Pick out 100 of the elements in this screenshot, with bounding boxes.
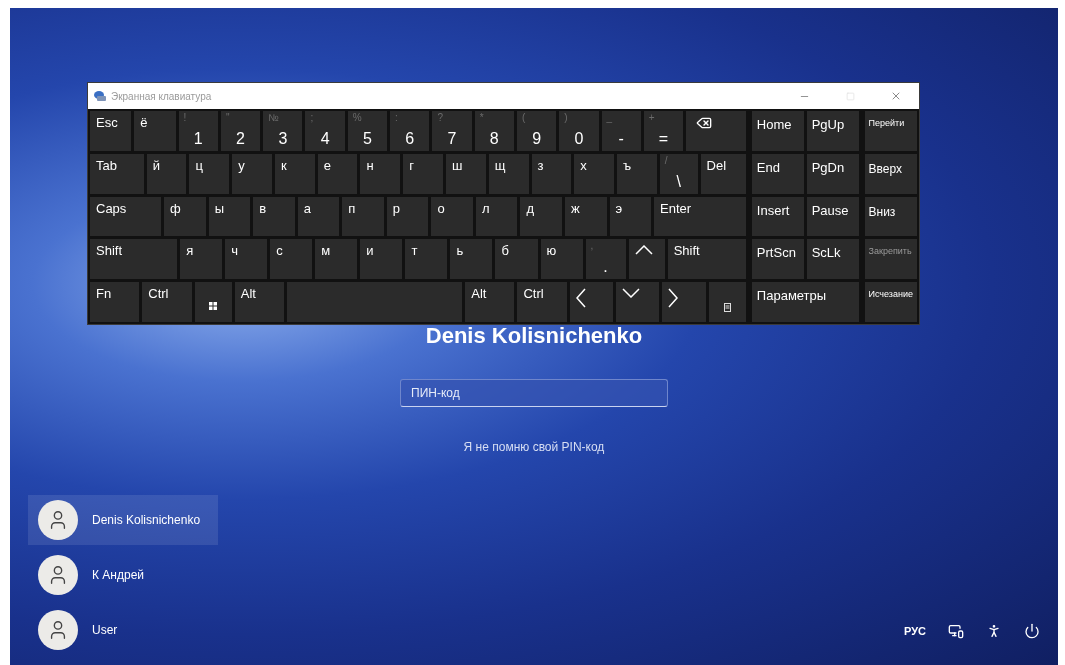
keyboard-key[interactable]: ж: [565, 196, 607, 237]
shift-symbol: №: [268, 113, 279, 123]
keyboard-key[interactable]: [616, 282, 660, 322]
keyboard-key[interactable]: Caps: [90, 196, 162, 237]
keyboard-key[interactable]: м: [315, 239, 358, 280]
keyboard-key[interactable]: ч: [225, 239, 268, 280]
user-name: Denis Kolisnichenko: [425, 322, 643, 350]
keyboard-key[interactable]: Ctrl: [142, 282, 192, 322]
keyboard-key[interactable]: Pause: [806, 196, 859, 237]
shift-symbol: *: [479, 113, 484, 123]
keyboard-key[interactable]: н: [360, 153, 401, 194]
keyboard-key[interactable]: Insert: [751, 196, 804, 237]
shift-symbol: ?: [437, 113, 443, 123]
keyboard-key[interactable]: PgDn: [806, 153, 859, 194]
keyboard-key[interactable]: Alt: [234, 282, 285, 322]
keyboard-key[interactable]: ( 9: [516, 111, 557, 151]
keyboard-key[interactable]: ш: [446, 153, 486, 194]
keyboard-key[interactable]: й: [146, 153, 187, 194]
keyboard-key[interactable]: PgUp: [806, 111, 859, 151]
key-symbol: \: [676, 173, 681, 190]
keyboard-key[interactable]: в: [253, 196, 295, 237]
keyboard-key[interactable]: Enter: [654, 196, 746, 237]
keyboard-key[interactable]: Alt: [465, 282, 515, 322]
keyboard-key[interactable]: у: [232, 153, 272, 194]
key-symbol: 8: [489, 130, 499, 147]
keyboard-key[interactable]: Del: [700, 153, 746, 194]
keyboard-key[interactable]: р: [386, 196, 429, 237]
keyboard-key[interactable]: я: [180, 239, 223, 280]
keyboard-key[interactable]: ы: [208, 196, 251, 237]
keyboard-key[interactable]: ? 7: [432, 111, 472, 151]
keyboard-key[interactable]: Вверх: [864, 153, 917, 194]
keyboard-key[interactable]: г: [403, 153, 443, 194]
user-account-item[interactable]: К Андрей: [28, 550, 218, 600]
keyboard-key[interactable]: , .: [585, 239, 626, 280]
keyboard-key[interactable]: ! 1: [178, 111, 218, 151]
shift-symbol: /: [664, 155, 668, 166]
key-symbol: 5: [362, 130, 372, 147]
keyboard-key[interactable]: * 8: [474, 111, 514, 151]
keyboard-key[interactable]: Shift: [90, 239, 178, 280]
keyboard-key[interactable]: PrtScn: [751, 239, 804, 280]
keyboard-key[interactable]: ; 4: [305, 111, 345, 151]
keyboard-key[interactable]: + =: [643, 111, 684, 151]
language-button[interactable]: РУС: [904, 622, 926, 639]
keyboard-key[interactable]: _ -: [601, 111, 641, 151]
key-symbol: 2: [236, 130, 245, 147]
keyboard-key[interactable]: ц: [189, 153, 230, 194]
keyboard-key[interactable]: Tab: [90, 153, 144, 194]
keyboard-key[interactable]: щ: [488, 153, 529, 194]
keyboard-key[interactable]: ъ: [617, 153, 657, 194]
forgot-pin-link[interactable]: Я не помню свой PIN-код: [463, 438, 605, 456]
keyboard-key[interactable]: п: [342, 196, 384, 237]
keyboard-key[interactable]: Shift: [667, 239, 746, 280]
keyboard-key[interactable]: [194, 282, 232, 322]
keyboard-key[interactable]: л: [475, 196, 518, 237]
keyboard-key[interactable]: з: [531, 153, 572, 194]
key-symbol: -: [618, 130, 624, 147]
keyboard-key[interactable]: Параметры: [751, 282, 859, 322]
keyboard-key[interactable]: ь: [450, 239, 493, 280]
keyboard-key[interactable]: ю: [540, 239, 583, 280]
shift-symbol: ): [564, 113, 568, 123]
keyboard-key[interactable]: Перейти: [864, 111, 917, 151]
keyboard-key[interactable]: к: [274, 153, 315, 194]
keyboard-key[interactable]: [686, 111, 746, 151]
keyboard-key[interactable]: э: [609, 196, 652, 237]
keyboard-key[interactable]: № 3: [263, 111, 303, 151]
chevron-up-icon: [634, 245, 653, 256]
keyboard-key[interactable]: д: [520, 196, 562, 237]
keyboard-key[interactable]: / \: [659, 153, 698, 194]
user-account-item[interactable]: Denis Kolisnichenko: [28, 495, 218, 545]
keyboard-key[interactable]: ScLk: [806, 239, 859, 280]
chevron-down-icon: [622, 288, 640, 299]
keyboard-key[interactable]: [628, 239, 665, 280]
network-button[interactable]: [948, 622, 964, 639]
keyboard-key[interactable]: е: [317, 153, 358, 194]
keyboard-key[interactable]: х: [574, 153, 615, 194]
close-icon: [890, 90, 902, 102]
keyboard-key[interactable]: т: [405, 239, 448, 280]
keyboard-key[interactable]: % 5: [347, 111, 388, 151]
keyboard-key[interactable]: Fn: [90, 282, 140, 322]
keyboard-key[interactable]: Ctrl: [517, 282, 567, 322]
keyboard-key[interactable]: Вниз: [864, 196, 917, 237]
keyboard-key[interactable]: " 2: [220, 111, 261, 151]
keyboard-key[interactable]: о: [431, 196, 473, 237]
keyboard-key[interactable]: Home: [751, 111, 804, 151]
keyboard-key[interactable]: Esc: [90, 111, 132, 151]
keyboard-key[interactable]: : 6: [390, 111, 430, 151]
power-button[interactable]: [1024, 622, 1040, 639]
keyboard-key[interactable]: Исчезание: [864, 282, 917, 322]
keyboard-key[interactable]: ) 0: [559, 111, 599, 151]
keyboard-key[interactable]: б: [495, 239, 538, 280]
keyboard-key[interactable]: а: [297, 196, 340, 237]
user-account-item[interactable]: User: [28, 605, 218, 655]
keyboard-key[interactable]: ё: [134, 111, 176, 151]
backspace-icon: [696, 115, 713, 131]
keyboard-key[interactable]: End: [751, 153, 804, 194]
keyboard-key[interactable]: и: [360, 239, 403, 280]
pin-field[interactable]: ПИН-код: [400, 379, 668, 407]
keyboard-key[interactable]: ф: [164, 196, 206, 237]
keyboard-key[interactable]: с: [270, 239, 313, 280]
accessibility-button[interactable]: [986, 622, 1002, 639]
